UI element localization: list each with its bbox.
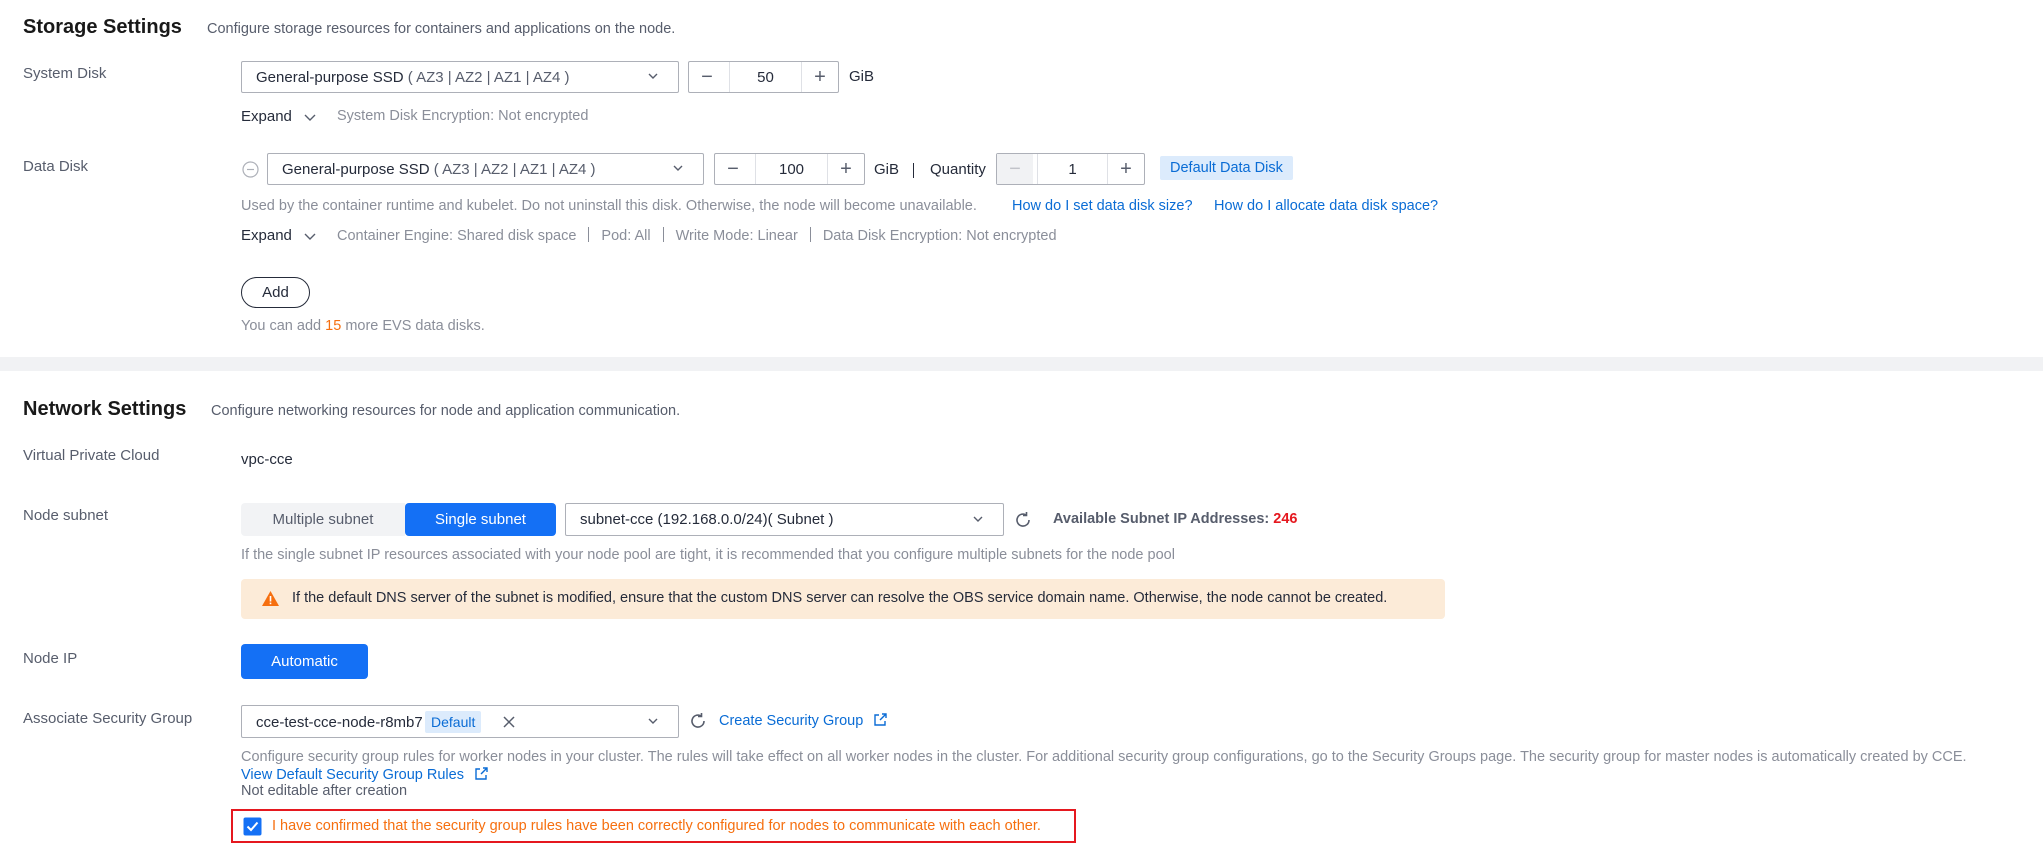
create-sg-label: Create Security Group	[719, 713, 864, 729]
external-link-icon	[874, 713, 887, 726]
data-disk-zones: ( AZ3 | AZ2 | AZ1 | AZ4 )	[433, 161, 596, 178]
vpc-label: Virtual Private Cloud	[23, 447, 160, 464]
more-suffix: more EVS data disks.	[345, 318, 485, 334]
available-subnet-ip: Available Subnet IP Addresses: 246	[1053, 511, 1297, 527]
system-disk-encryption: System Disk Encryption: Not encrypted	[337, 108, 589, 124]
data-disk-type-select[interactable]: General-purpose SSD ( AZ3 | AZ2 | AZ1 | …	[267, 153, 704, 185]
dns-warning-text: If the default DNS server of the subnet …	[292, 590, 1388, 606]
system-disk-expand[interactable]: Expand	[241, 108, 316, 125]
vpc-value: vpc-cce	[241, 451, 293, 468]
data-disk-type-value: General-purpose SSD	[282, 161, 430, 178]
section-separator	[0, 357, 2043, 371]
node-ip-label: Node IP	[23, 650, 78, 667]
write-mode-info: Write Mode: Linear	[675, 228, 798, 244]
divider	[913, 163, 914, 178]
add-more-disks-hint: You can add 15 more EVS data disks.	[241, 318, 485, 334]
chevron-down-icon	[648, 73, 658, 79]
plus-icon[interactable]: +	[1108, 154, 1144, 184]
system-disk-type-value: General-purpose SSD	[256, 69, 404, 86]
data-disk-quantity-stepper[interactable]: − 1 +	[996, 153, 1145, 185]
more-count: 15	[325, 318, 342, 334]
default-data-disk-tag: Default Data Disk	[1160, 156, 1293, 180]
chevron-down-icon	[973, 516, 983, 522]
node-ip-automatic-option[interactable]: Automatic	[241, 644, 368, 679]
expand-label: Expand	[241, 108, 292, 125]
quantity-label: Quantity	[930, 161, 986, 178]
close-icon[interactable]	[502, 715, 516, 729]
multiple-subnet-option[interactable]: Multiple subnet	[241, 503, 405, 536]
subnet-select[interactable]: subnet-cce (192.168.0.0/24)( Subnet )	[565, 503, 1004, 536]
data-disk-size-value[interactable]: 100	[755, 154, 828, 184]
security-group-value: cce-test-cce-node-r8mb7	[256, 714, 423, 731]
system-disk-size-value[interactable]: 50	[729, 62, 802, 92]
available-label: Available Subnet IP Addresses:	[1053, 511, 1270, 527]
data-disk-label: Data Disk	[23, 158, 89, 175]
network-section-title: Network Settings	[23, 398, 187, 420]
system-disk-unit: GiB	[849, 68, 875, 85]
network-section-description: Configure networking resources for node …	[211, 403, 681, 419]
data-disk-encryption: Data Disk Encryption: Not encrypted	[822, 228, 1057, 244]
more-prefix: You can add	[241, 318, 322, 334]
plus-icon[interactable]: +	[828, 154, 864, 184]
data-disk-unit: GiB	[874, 161, 900, 178]
confirmation-highlight: I have confirmed that the security group…	[231, 809, 1076, 843]
link-set-data-disk-size[interactable]: How do I set data disk size?	[1012, 198, 1193, 214]
security-group-select[interactable]: cce-test-cce-node-r8mb7 Default	[241, 705, 679, 738]
security-group-label: Associate Security Group	[23, 710, 193, 727]
data-disk-details: Container Engine: Shared disk space Pod: …	[337, 227, 1057, 244]
subnet-select-value: subnet-cce (192.168.0.0/24)( Subnet )	[580, 511, 834, 528]
minus-icon[interactable]: −	[689, 62, 725, 92]
security-group-default-tag: Default	[425, 711, 482, 733]
single-subnet-option[interactable]: Single subnet	[405, 503, 556, 536]
system-disk-label: System Disk	[23, 65, 107, 82]
subnet-hint: If the single subnet IP resources associ…	[241, 547, 1175, 563]
plus-icon[interactable]: +	[802, 62, 838, 92]
system-disk-size-stepper[interactable]: − 50 +	[688, 61, 839, 93]
pod-info: Pod: All	[601, 228, 651, 244]
data-disk-notice: Used by the container runtime and kubele…	[241, 198, 977, 214]
add-data-disk-button[interactable]: Add	[241, 277, 310, 308]
system-disk-type-select[interactable]: General-purpose SSD ( AZ3 | AZ2 | AZ1 | …	[241, 61, 679, 93]
dns-warning-alert: If the default DNS server of the subnet …	[241, 579, 1445, 619]
chevron-down-icon	[648, 718, 658, 724]
data-disk-size-stepper[interactable]: − 100 +	[714, 153, 865, 185]
storage-section-description: Configure storage resources for containe…	[207, 21, 676, 37]
data-disk-quantity-value[interactable]: 1	[1037, 154, 1108, 184]
available-count: 246	[1273, 511, 1298, 527]
container-engine-info: Container Engine: Shared disk space	[337, 228, 577, 244]
create-security-group-link[interactable]: Create Security Group	[719, 712, 888, 729]
link-allocate-data-disk-space[interactable]: How do I allocate data disk space?	[1214, 198, 1438, 214]
minus-icon[interactable]: −	[997, 154, 1033, 184]
remove-circle-icon[interactable]	[242, 161, 259, 178]
chevron-down-icon	[673, 165, 683, 171]
chevron-down-icon	[304, 233, 316, 240]
system-disk-zones: ( AZ3 | AZ2 | AZ1 | AZ4 )	[407, 69, 570, 86]
warning-icon	[262, 591, 279, 606]
refresh-icon[interactable]	[689, 712, 707, 730]
view-rules-label: View Default Security Group Rules	[241, 767, 464, 783]
storage-section-title: Storage Settings	[23, 16, 182, 38]
not-editable-note: Not editable after creation	[241, 783, 408, 799]
minus-icon[interactable]: −	[715, 154, 751, 184]
security-group-hint: Configure security group rules for worke…	[241, 749, 1967, 765]
security-group-confirm-text[interactable]: I have confirmed that the security group…	[272, 818, 1041, 834]
refresh-icon[interactable]	[1014, 511, 1032, 529]
node-subnet-label: Node subnet	[23, 507, 109, 524]
external-link-icon	[475, 767, 488, 780]
data-disk-expand[interactable]: Expand	[241, 227, 316, 244]
expand-label: Expand	[241, 227, 292, 244]
chevron-down-icon	[304, 114, 316, 121]
view-default-sg-rules-link[interactable]: View Default Security Group Rules	[241, 766, 489, 783]
checkbox-checked-icon[interactable]	[243, 817, 262, 836]
